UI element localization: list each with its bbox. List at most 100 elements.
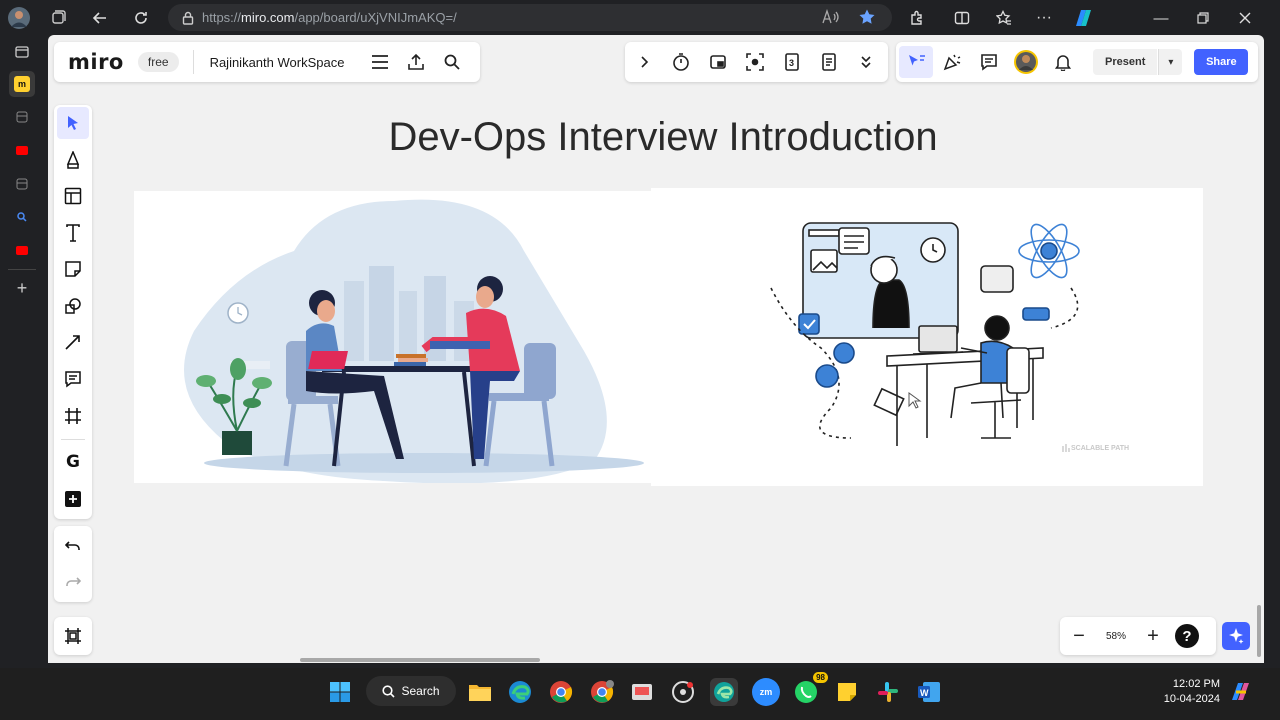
miro-logo[interactable]: miro [68, 50, 124, 74]
search-tab-icon[interactable] [11, 206, 33, 228]
clock-time: 12:02 PM [1172, 678, 1220, 690]
new-tab-icon[interactable]: + [11, 277, 33, 299]
export-icon[interactable] [406, 52, 426, 72]
zoom-level[interactable]: 58% [1098, 631, 1134, 642]
miro-tab-icon[interactable]: m [9, 71, 35, 97]
start-windows-icon[interactable] [326, 678, 354, 706]
redo-icon[interactable] [57, 566, 89, 598]
copilot-taskbar-icon[interactable] [1226, 678, 1254, 706]
video-chat-icon[interactable] [699, 42, 736, 82]
profile-avatar[interactable] [8, 7, 30, 29]
focus-frame-icon[interactable] [736, 42, 773, 82]
more-apps-icon[interactable] [57, 483, 89, 515]
whatsapp-icon[interactable]: 98 [792, 672, 828, 706]
zoom-in-button[interactable]: + [1134, 617, 1172, 655]
sticky-notes-icon[interactable] [833, 678, 861, 706]
horizontal-scrollbar[interactable] [300, 658, 540, 662]
zoom-app-icon[interactable]: zm [752, 678, 780, 706]
help-icon[interactable]: ? [1175, 624, 1199, 648]
address-bar[interactable]: https://miro.com/app/board/uXjVNIJmAKQ=/ [168, 4, 892, 31]
divider [61, 439, 85, 440]
google-app-icon[interactable]: G [57, 446, 89, 478]
minimize-icon[interactable]: — [1150, 7, 1172, 29]
edge-dev-icon[interactable] [710, 678, 738, 706]
main-menu-icon[interactable] [370, 52, 390, 72]
system-clock[interactable]: 12:02 PM 10-04-2024 [1140, 677, 1220, 707]
templates-icon[interactable] [57, 180, 89, 212]
present-button[interactable]: Present [1093, 49, 1158, 75]
workspaces-icon[interactable] [47, 7, 69, 29]
sticky-note-icon[interactable] [57, 253, 89, 285]
zoom-out-button[interactable]: − [1060, 617, 1098, 655]
youtube-tab-icon[interactable] [11, 139, 33, 161]
chrome-profile-icon[interactable] [588, 678, 616, 706]
frames-list-icon[interactable] [57, 620, 89, 652]
app-icon[interactable] [669, 678, 697, 706]
present-dropdown-icon[interactable]: ▾ [1158, 49, 1183, 75]
snipping-tool-icon[interactable] [628, 678, 656, 706]
svg-text:W: W [920, 688, 929, 698]
divider [192, 50, 194, 74]
frame-tool-icon[interactable] [57, 400, 89, 432]
extensions-icon[interactable] [906, 7, 928, 29]
back-icon[interactable] [89, 7, 111, 29]
shapes-icon[interactable] [57, 290, 89, 322]
plan-badge[interactable]: free [137, 52, 179, 72]
share-panel: Present ▾ Share [896, 42, 1258, 82]
file-explorer-icon[interactable] [466, 678, 494, 706]
clock-date: 10-04-2024 [1163, 693, 1220, 705]
chrome-icon[interactable] [547, 678, 575, 706]
word-icon[interactable]: W [915, 678, 943, 706]
restore-icon[interactable] [1192, 7, 1214, 29]
interview-illustration[interactable] [134, 191, 652, 484]
favorites-icon[interactable] [993, 7, 1015, 29]
read-aloud-icon[interactable] [822, 8, 840, 28]
watermark-text: SCALABLE PATH [1071, 445, 1129, 452]
youtube-tab-icon[interactable] [11, 239, 33, 261]
expand-chevron-icon[interactable] [625, 42, 662, 82]
voting-icon[interactable]: 3 [773, 42, 810, 82]
ai-assist-icon[interactable] [1222, 622, 1250, 650]
cursor-tracking-icon[interactable] [899, 46, 933, 78]
edge-browser-icon[interactable] [506, 678, 534, 706]
user-avatar[interactable] [1007, 42, 1044, 82]
tab-actions-icon[interactable] [11, 41, 33, 63]
text-tool-icon[interactable] [57, 217, 89, 249]
miro-board-canvas[interactable]: miro free Rajinikanth WorkSpace 3 Presen… [48, 35, 1264, 663]
divider [8, 269, 36, 270]
celebrate-icon[interactable] [933, 42, 970, 82]
svg-text:3: 3 [789, 58, 794, 68]
remote-interview-illustration[interactable]: SCALABLE PATH [651, 188, 1203, 486]
copilot-icon[interactable] [1072, 7, 1094, 29]
comments-icon[interactable] [970, 42, 1007, 82]
browser-sidebar: m + [0, 35, 44, 667]
slack-icon[interactable] [874, 678, 902, 706]
timer-icon[interactable] [662, 42, 699, 82]
undo-icon[interactable] [57, 530, 89, 562]
frames-panel [54, 617, 92, 655]
tab-icon[interactable] [11, 173, 33, 195]
notifications-bell-icon[interactable] [1044, 42, 1081, 82]
whatsapp-unread-badge: 98 [813, 672, 828, 683]
close-icon[interactable] [1234, 7, 1256, 29]
comment-tool-icon[interactable] [57, 363, 89, 395]
board-title-text[interactable]: Dev-Ops Interview Introduction [48, 115, 1264, 160]
connection-line-icon[interactable] [57, 326, 89, 358]
windows-taskbar: Search zm 98 W 12:02 PM 10-04-2024 [0, 668, 1280, 720]
tab-icon[interactable] [11, 106, 33, 128]
share-button[interactable]: Share [1194, 49, 1249, 75]
history-toolbar [54, 526, 92, 602]
favorite-star-icon[interactable] [858, 8, 876, 31]
board-name[interactable]: Rajinikanth WorkSpace [210, 55, 345, 70]
lock-icon[interactable] [182, 11, 194, 25]
collaboration-tools-panel: 3 [625, 42, 888, 82]
split-screen-icon[interactable] [951, 7, 973, 29]
more-menu-icon[interactable]: ··· [1033, 7, 1055, 29]
more-tools-chevron-icon[interactable] [847, 42, 884, 82]
vertical-scrollbar[interactable] [1257, 605, 1261, 657]
reload-icon[interactable] [130, 7, 152, 29]
search-icon[interactable] [442, 52, 462, 72]
url-text[interactable]: https://miro.com/app/board/uXjVNIJmAKQ=/ [202, 10, 457, 25]
taskbar-search[interactable]: Search [366, 676, 456, 706]
notes-icon[interactable] [810, 42, 847, 82]
